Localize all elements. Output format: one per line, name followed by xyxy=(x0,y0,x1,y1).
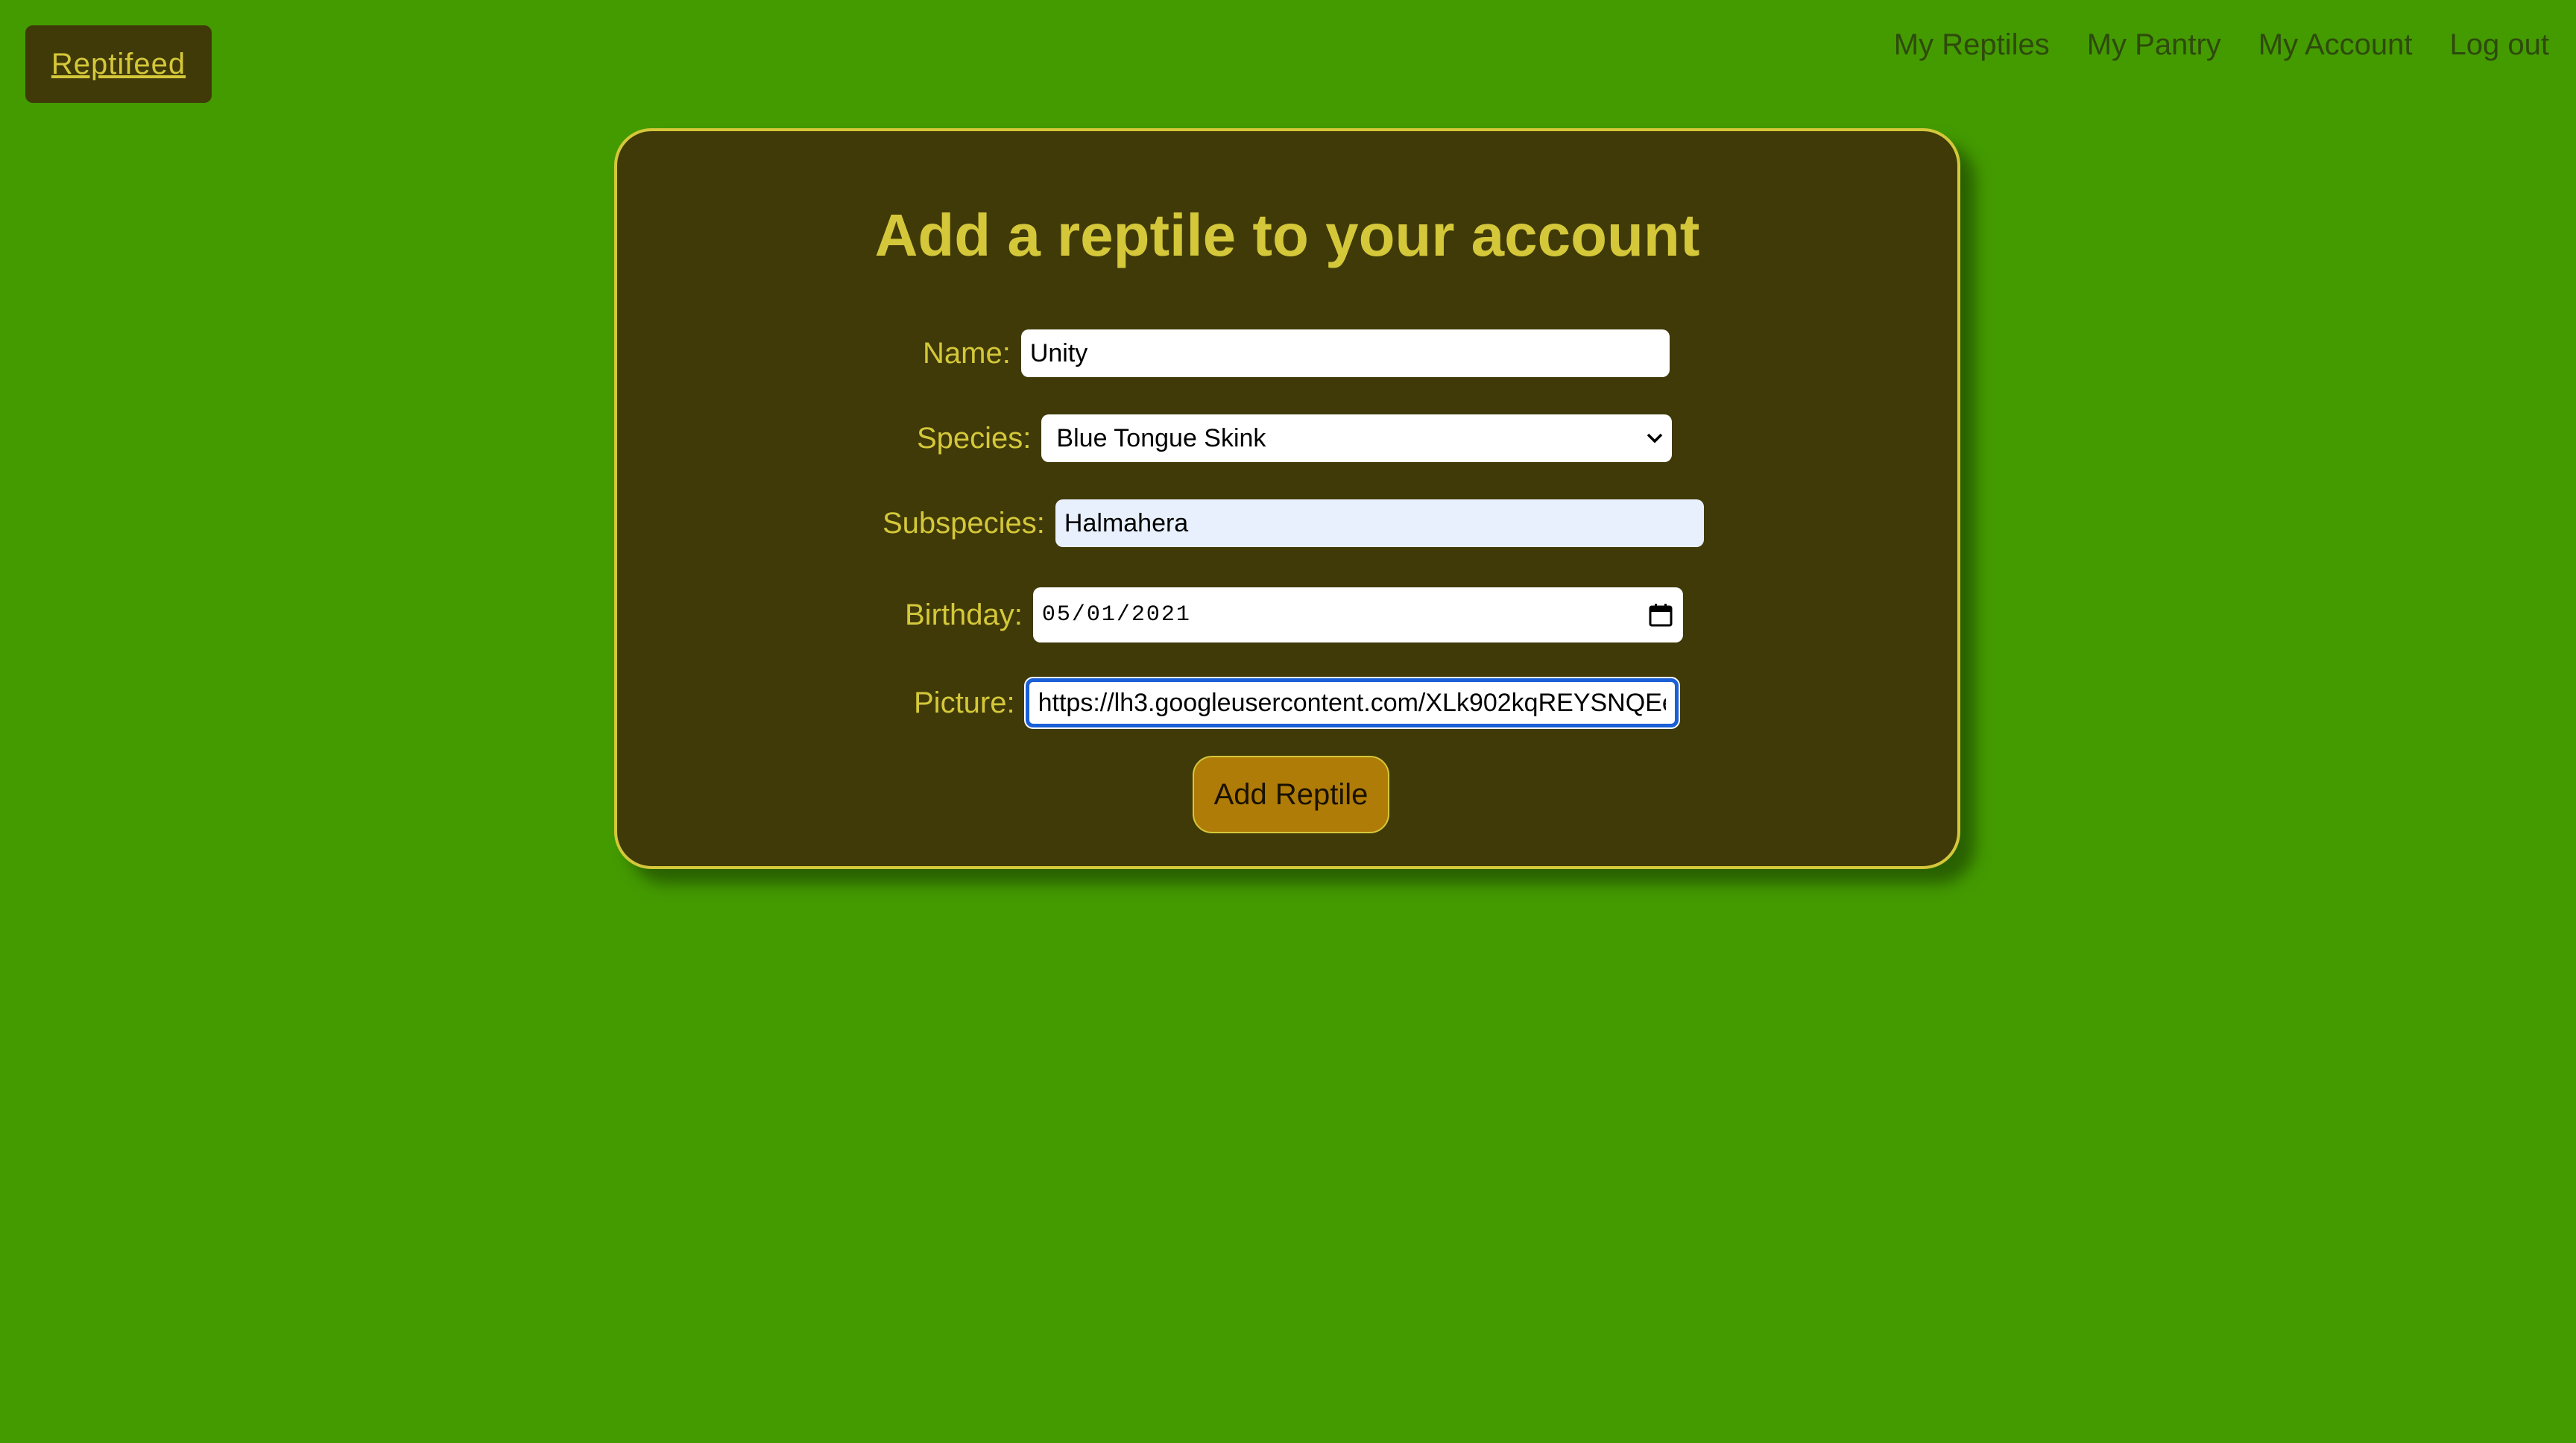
picture-label: Picture: xyxy=(914,686,1015,719)
subspecies-value: Halmahera xyxy=(1064,508,1189,537)
picture-input[interactable]: https://lh3.googleusercontent.com/XLk902… xyxy=(1025,678,1679,727)
subspecies-input[interactable]: Halmahera xyxy=(1055,499,1704,547)
name-input[interactable]: Unity xyxy=(1020,329,1670,377)
page-title: Add a reptile to your account xyxy=(874,202,1700,268)
species-label: Species: xyxy=(917,421,1032,455)
chevron-down-icon xyxy=(1647,430,1663,446)
birthday-row: Birthday: 05/01/2021 xyxy=(905,587,1683,642)
name-value: Unity xyxy=(1029,338,1088,367)
species-select[interactable]: Blue Tongue Skink xyxy=(1041,414,1673,462)
nav-my-pantry[interactable]: My Pantry xyxy=(2087,28,2221,62)
birthday-value: 05/01/2021 xyxy=(1041,602,1191,628)
logo-link[interactable]: Reptifeed xyxy=(25,25,212,103)
top-nav: My Reptiles My Pantry My Account Log out xyxy=(1894,25,2549,64)
nav-log-out[interactable]: Log out xyxy=(2450,28,2549,62)
name-row: Name: Unity xyxy=(923,329,1670,377)
calendar-icon[interactable] xyxy=(1647,601,1674,628)
species-value: Blue Tongue Skink xyxy=(1056,423,1266,452)
picture-row: Picture: https://lh3.googleusercontent.c… xyxy=(914,678,1679,727)
name-label: Name: xyxy=(923,336,1011,370)
subspecies-row: Subspecies: Halmahera xyxy=(883,499,1704,547)
picture-value: https://lh3.googleusercontent.com/XLk902… xyxy=(1038,688,1666,717)
add-reptile-button[interactable]: Add Reptile xyxy=(1193,756,1389,833)
nav-my-reptiles[interactable]: My Reptiles xyxy=(1894,28,2050,62)
nav-my-account[interactable]: My Account xyxy=(2258,28,2413,62)
birthday-input[interactable]: 05/01/2021 xyxy=(1032,587,1683,642)
subspecies-label: Subspecies: xyxy=(883,506,1045,540)
add-reptile-form: Add a reptile to your account Name: Unit… xyxy=(614,128,1960,869)
species-row: Species: Blue Tongue Skink xyxy=(917,414,1673,462)
birthday-label: Birthday: xyxy=(905,598,1023,631)
